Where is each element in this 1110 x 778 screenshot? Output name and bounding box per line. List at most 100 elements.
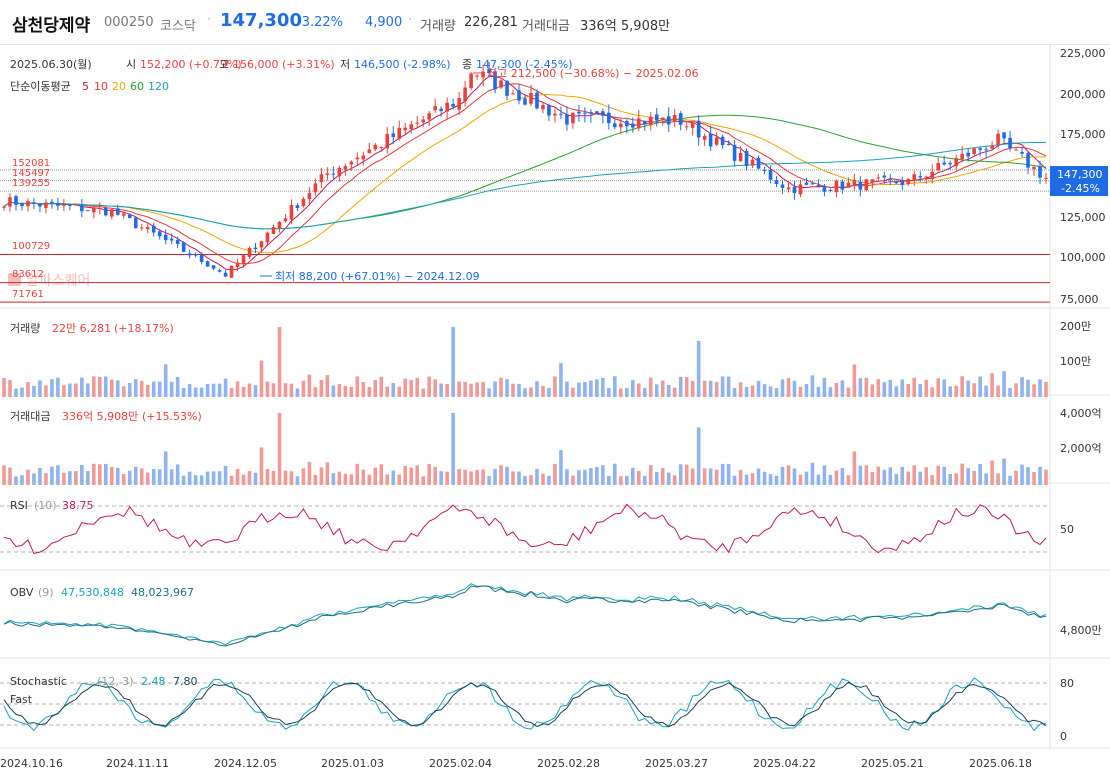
volume-bar <box>151 381 156 397</box>
candle-body <box>1044 177 1048 179</box>
amount-bar <box>900 466 905 485</box>
candle-body <box>391 133 396 137</box>
volume-bar <box>373 380 378 397</box>
amount-bar <box>26 469 30 485</box>
amount-bar <box>607 475 611 485</box>
info-date: 2025.06.30(월) <box>10 58 92 71</box>
volume-bar <box>672 387 677 397</box>
amount-bar <box>828 474 833 485</box>
amount-bar <box>792 468 797 485</box>
amount-bar <box>984 473 988 485</box>
candle-body <box>846 182 851 188</box>
candle-body <box>415 122 420 124</box>
candle-body <box>313 183 318 193</box>
volume-bar <box>750 385 755 397</box>
candle-body <box>511 93 515 95</box>
volume-bar <box>708 380 713 397</box>
volume-bar <box>523 388 527 397</box>
amount-bar <box>199 475 204 485</box>
amount-bar <box>870 472 875 485</box>
candle-body <box>541 104 545 110</box>
volume-bar <box>858 378 863 397</box>
volume-bar <box>732 387 737 397</box>
candle-body <box>187 253 192 256</box>
volume-bar <box>690 381 695 397</box>
amount-bar <box>487 476 491 485</box>
volume-bar <box>834 382 839 397</box>
volume-bar <box>229 387 234 397</box>
candle-body <box>547 105 551 116</box>
max-annotation: 최고 212,500 (−30.68%) − 2025.02.06 <box>487 67 699 80</box>
volume-bar <box>810 375 815 397</box>
candle-body <box>954 158 958 167</box>
amount-bar <box>385 474 390 485</box>
candle-body <box>792 187 797 194</box>
stock-chart[interactable]: 알파스퀘어 2025.06.30(월) 시 152,200 (+0.79%) 고… <box>0 45 1110 778</box>
candle-body <box>349 161 354 165</box>
amount-bar <box>732 475 737 485</box>
amount-bar <box>445 471 449 485</box>
amount-bar <box>223 465 228 485</box>
amount-bar <box>744 474 749 485</box>
volume-bar <box>942 379 946 397</box>
volume-bar <box>56 377 60 397</box>
volume-bar <box>421 388 425 397</box>
volume-bar <box>762 384 767 397</box>
amount-bar <box>211 471 216 485</box>
ma-line-20 <box>3 93 1047 254</box>
volume-bar <box>2 378 6 397</box>
candle-body <box>481 71 485 78</box>
volume-bar <box>241 386 246 397</box>
amount-label: 거래대금 <box>522 19 570 34</box>
date-tick: 2024.12.05 <box>214 757 277 770</box>
amount-bar <box>397 474 402 485</box>
amount-bar <box>906 471 911 485</box>
candle-body <box>421 119 425 123</box>
volume-bar <box>427 376 431 397</box>
amount-bar <box>756 468 761 485</box>
volume-bar <box>445 384 449 397</box>
volume-bar <box>888 379 893 397</box>
candle-body <box>301 198 306 207</box>
candle-body <box>738 152 743 162</box>
amount-bar <box>816 474 821 485</box>
volume-bar <box>14 388 18 397</box>
amount-bar <box>834 470 839 485</box>
candle-body <box>601 111 605 116</box>
candle-body <box>127 214 132 219</box>
volume-bar <box>613 376 617 397</box>
stock-code: 000250 <box>104 15 154 30</box>
volume-bar <box>415 377 420 397</box>
stock-name: 삼천당제약 <box>12 16 91 36</box>
candle-body <box>810 183 815 185</box>
obv-tick: 4,800만 <box>1060 624 1102 637</box>
volume-bar <box>912 377 917 397</box>
rsi-value: 38.75 <box>62 499 94 512</box>
amount-bar <box>601 465 605 485</box>
candle-body <box>319 174 324 183</box>
volume-bar <box>62 385 66 397</box>
info-low: 146,500 (-2.98%) <box>354 58 450 71</box>
volume-bar <box>876 379 881 397</box>
candle-body <box>858 181 863 190</box>
candle-body <box>517 90 521 101</box>
volume-bar <box>319 379 324 397</box>
amount-bar <box>912 465 917 485</box>
amount-bar <box>1032 471 1036 485</box>
candle-body <box>283 218 288 222</box>
amount-bar <box>433 466 437 485</box>
candle-body <box>535 92 539 109</box>
volume-bar <box>625 388 629 397</box>
amount-bar <box>720 463 725 485</box>
candle-body <box>888 179 893 181</box>
candle-body <box>337 167 342 177</box>
volume-panel-label: 거래량 <box>10 322 40 335</box>
candle-body <box>104 207 108 216</box>
amount-panel-value: 336억 5,908만 <box>62 410 138 423</box>
volume-bar <box>343 386 348 397</box>
candle-body <box>2 206 6 208</box>
amount-bar <box>978 463 982 485</box>
level-label: 139255 <box>12 178 50 189</box>
date-tick: 2025.04.22 <box>753 757 816 770</box>
amount-tick: 2,000억 <box>1060 442 1102 455</box>
